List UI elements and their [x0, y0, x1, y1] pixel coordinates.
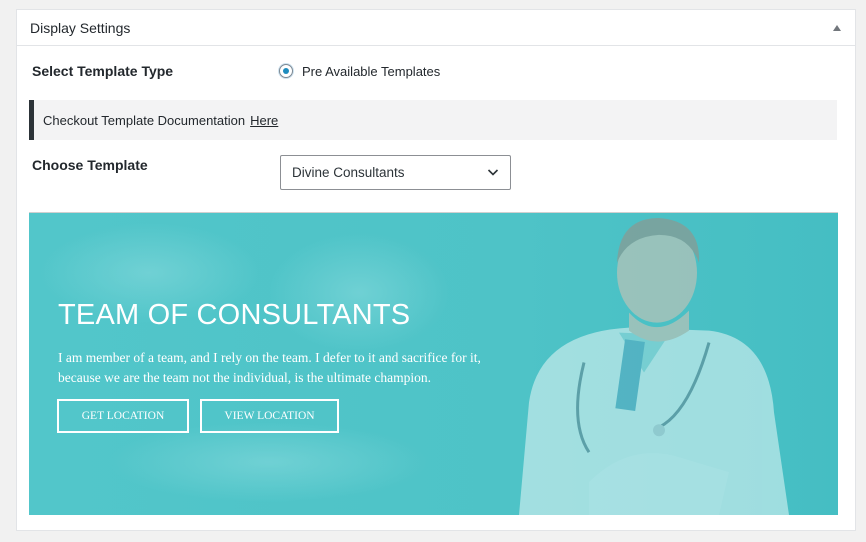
display-settings-panel: Display Settings Select Template Type Pr…: [16, 9, 856, 531]
view-location-button[interactable]: VIEW LOCATION: [200, 399, 339, 433]
radio-selected-dot: [283, 68, 289, 74]
template-preview: TEAM OF CONSULTANTS I am member of a tea…: [29, 212, 838, 515]
collapse-toggle-icon[interactable]: [833, 25, 841, 31]
panel-title: Display Settings: [30, 20, 131, 36]
pre-available-templates-radio[interactable]: Pre Available Templates: [279, 62, 440, 80]
radio-button[interactable]: [279, 64, 293, 78]
template-select[interactable]: Divine Consultants: [280, 155, 511, 190]
panel-header[interactable]: Display Settings: [17, 10, 855, 46]
preview-description-line-1: I am member of a team, and I rely on the…: [58, 350, 481, 365]
documentation-notice: Checkout Template Documentation Here: [29, 100, 837, 140]
preview-description: I am member of a team, and I rely on the…: [58, 348, 578, 388]
notice-text: Checkout Template Documentation Here: [43, 113, 278, 128]
radio-label: Pre Available Templates: [302, 63, 441, 79]
preview-title: TEAM OF CONSULTANTS: [58, 299, 411, 331]
preview-description-line-2: because we are the team not the individu…: [58, 370, 432, 385]
template-type-label: Select Template Type: [32, 63, 174, 79]
documentation-link[interactable]: Here: [250, 113, 278, 128]
choose-template-label: Choose Template: [32, 157, 148, 173]
template-select-value: Divine Consultants: [292, 165, 405, 180]
get-location-button[interactable]: GET LOCATION: [57, 399, 189, 433]
notice-message: Checkout Template Documentation: [43, 113, 246, 128]
chevron-down-icon: [487, 169, 499, 176]
